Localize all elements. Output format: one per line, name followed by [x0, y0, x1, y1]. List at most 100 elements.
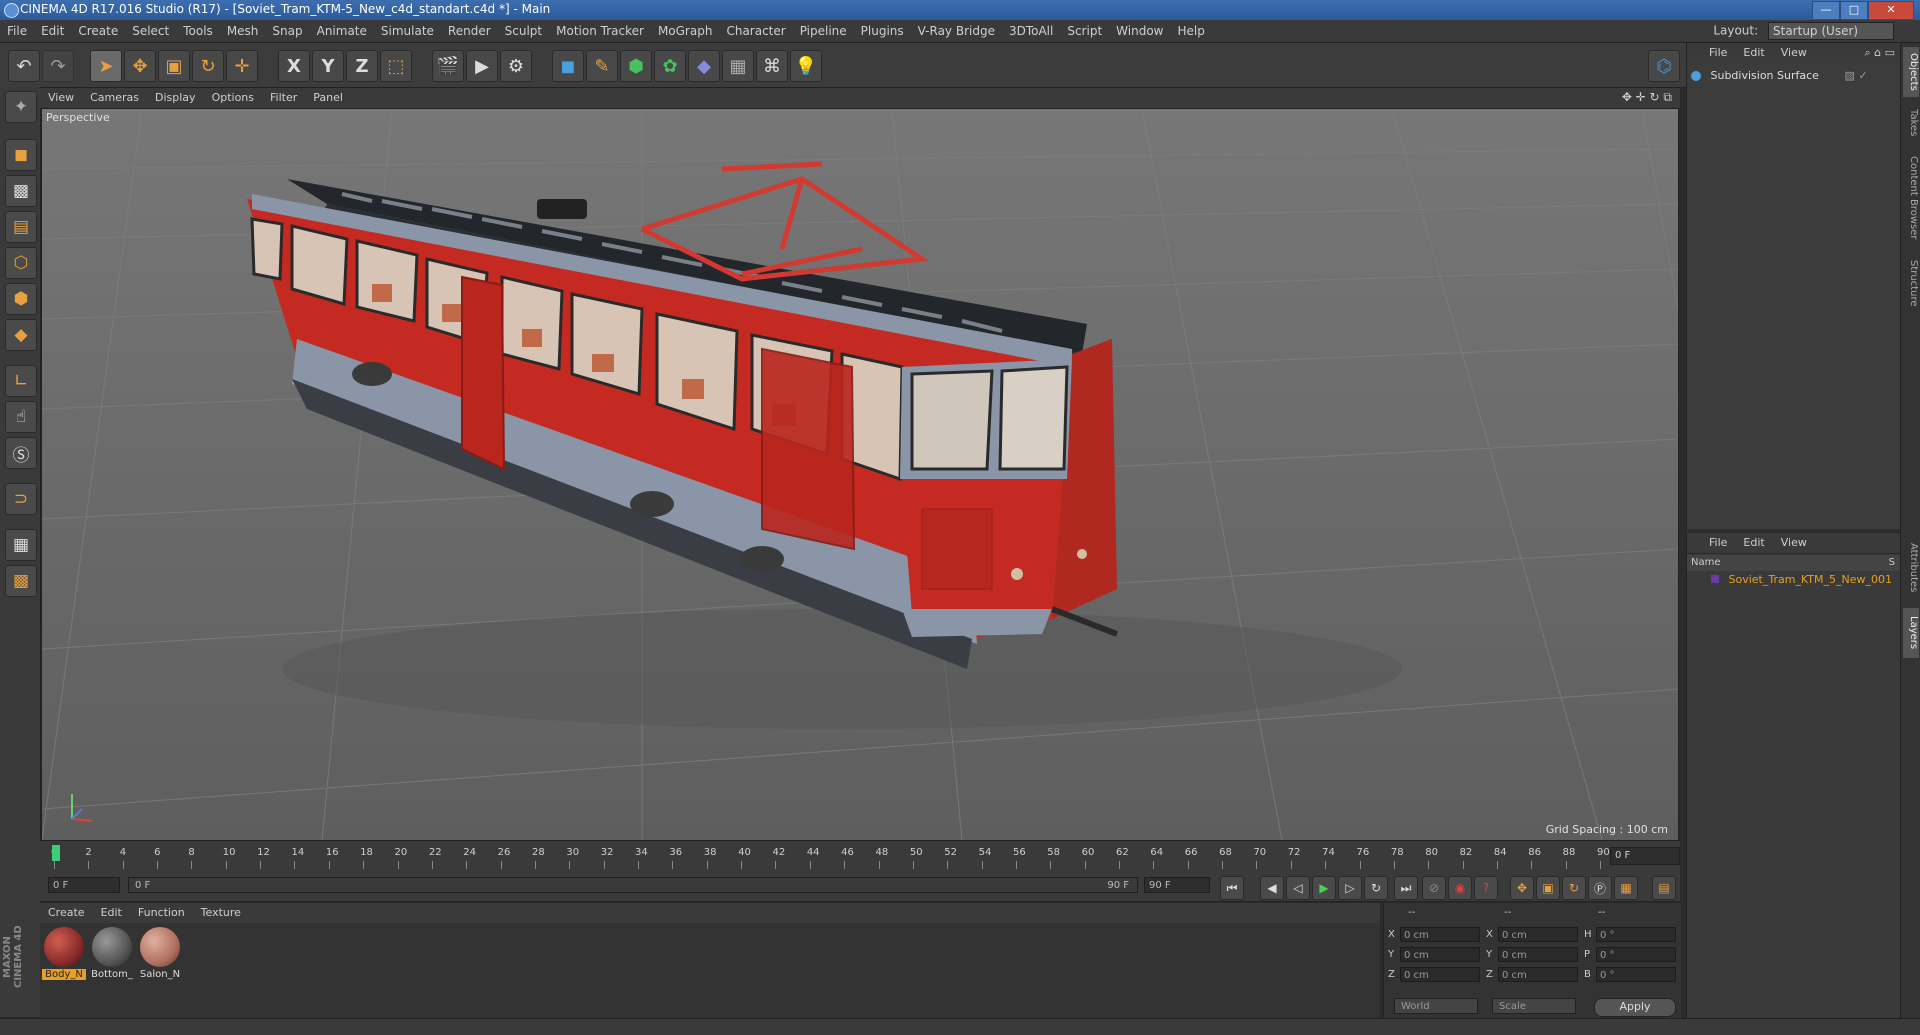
tab-layers[interactable]: Layers — [1903, 608, 1919, 658]
start-frame-field[interactable]: 0 F — [48, 877, 120, 893]
render-picture-viewer-icon[interactable]: ▶ — [466, 50, 498, 82]
play-icon[interactable]: ▶ — [1312, 876, 1336, 900]
menu-character[interactable]: Character — [719, 20, 792, 42]
edit-render-settings-icon[interactable]: ⚙ — [500, 50, 532, 82]
key-rotation-icon[interactable]: ↻ — [1562, 876, 1586, 900]
visibility-check-icon[interactable]: ▨ ✓ — [1844, 69, 1867, 82]
key-parameter-icon[interactable]: Ⓟ — [1588, 876, 1612, 900]
layer-menu-edit[interactable]: Edit — [1735, 533, 1772, 553]
axis-mode-icon[interactable]: ∟ — [5, 365, 37, 397]
3d-viewport[interactable]: Perspective Grid Spacing : 100 cm — [41, 108, 1679, 841]
tweak-mode-icon[interactable]: ☝ — [5, 401, 37, 433]
workplane-mode-icon[interactable]: ▤ — [5, 211, 37, 243]
object-menu-edit[interactable]: Edit — [1735, 43, 1772, 63]
next-key-icon[interactable]: ↻ — [1364, 876, 1388, 900]
menu-tools[interactable]: Tools — [176, 20, 220, 42]
size-z-field[interactable]: 0 cm — [1498, 967, 1578, 982]
key-position-icon[interactable]: ✥ — [1510, 876, 1534, 900]
menu-file[interactable]: File — [0, 20, 34, 42]
preview-range-slider[interactable]: 0 F 90 F — [128, 877, 1138, 893]
rotation-b-field[interactable]: 0 ° — [1596, 967, 1676, 982]
cube-icon[interactable]: ◼ — [552, 50, 584, 82]
close-button[interactable]: ✕ — [1868, 1, 1914, 20]
viewport-menu-display[interactable]: Display — [147, 88, 204, 108]
menu-help[interactable]: Help — [1170, 20, 1211, 42]
viewport-menu-view[interactable]: View — [40, 88, 82, 108]
light-icon[interactable]: 💡 — [790, 50, 822, 82]
apply-button[interactable]: Apply — [1594, 998, 1676, 1017]
layer-menu-view[interactable]: View — [1773, 533, 1815, 553]
current-frame-field[interactable]: 0 F — [1610, 847, 1680, 865]
move-icon[interactable]: ✥ — [124, 50, 156, 82]
timeline-ruler[interactable]: 0246810121416182022242628303234363840424… — [40, 840, 1680, 871]
pen-icon[interactable]: ✎ — [586, 50, 618, 82]
object-row-subdivision-surface[interactable]: Subdivision Surface ▨ ✓ — [1691, 69, 1868, 82]
maximize-button[interactable]: □ — [1840, 1, 1868, 20]
menu-pipeline[interactable]: Pipeline — [793, 20, 854, 42]
tab-structure[interactable]: Structure — [1903, 253, 1919, 313]
menu-window[interactable]: Window — [1109, 20, 1170, 42]
rotation-p-field[interactable]: 0 ° — [1596, 947, 1676, 962]
scale-icon[interactable]: ▣ — [158, 50, 190, 82]
menu-create[interactable]: Create — [71, 20, 125, 42]
record-disabled-icon[interactable]: ⊘ — [1422, 876, 1446, 900]
magnet-icon[interactable]: ⊃ — [5, 483, 37, 515]
y-axis-icon[interactable]: Y — [312, 50, 344, 82]
position-z-field[interactable]: 0 cm — [1400, 967, 1480, 982]
menu-mesh[interactable]: Mesh — [220, 20, 266, 42]
edges-mode-icon[interactable]: ⬢ — [5, 283, 37, 315]
next-frame-icon[interactable]: ▷ — [1338, 876, 1362, 900]
z-axis-icon[interactable]: Z — [346, 50, 378, 82]
layer-menu-file[interactable]: File — [1687, 533, 1735, 553]
coordinate-system-dropdown[interactable]: World — [1394, 998, 1478, 1014]
size-y-field[interactable]: 0 cm — [1498, 947, 1578, 962]
object-menu-file[interactable]: File — [1687, 43, 1735, 63]
texture-mode-icon[interactable]: ▩ — [5, 175, 37, 207]
select-arrow-icon[interactable]: ➤ — [90, 50, 122, 82]
undo-icon[interactable]: ↶ — [8, 50, 40, 82]
viewport-menu-options[interactable]: Options — [204, 88, 262, 108]
menu-script[interactable]: Script — [1060, 20, 1109, 42]
object-list[interactable]: Subdivision Surface ▨ ✓ — [1687, 63, 1901, 529]
layer-row[interactable]: Soviet_Tram_KTM_5_New_001 — [1711, 573, 1892, 586]
rotation-h-field[interactable]: 0 ° — [1596, 927, 1676, 942]
material-bottom[interactable]: Bottom_ — [90, 927, 134, 980]
menu-select[interactable]: Select — [125, 20, 176, 42]
viewport-menu-panel[interactable]: Panel — [305, 88, 351, 108]
record-active-objects-icon[interactable]: ◉ — [1448, 876, 1472, 900]
material-salon[interactable]: Salon_N — [138, 927, 182, 980]
workplane-lock-icon[interactable]: ▦ — [5, 529, 37, 561]
material-body[interactable]: Body_N — [42, 927, 86, 980]
menu-3dtoall[interactable]: 3DToAll — [1002, 20, 1060, 42]
make-editable-icon[interactable]: ✦ — [5, 91, 37, 123]
python-icon[interactable]: ⌬ — [1648, 50, 1680, 82]
live-select-icon[interactable]: ✛ — [226, 50, 258, 82]
end-frame-field[interactable]: 90 F — [1144, 877, 1210, 893]
previous-frame-icon[interactable]: ◁ — [1286, 876, 1310, 900]
menu-snap[interactable]: Snap — [265, 20, 309, 42]
menu-simulate[interactable]: Simulate — [374, 20, 441, 42]
position-x-field[interactable]: 0 cm — [1400, 927, 1480, 942]
grid-icon[interactable]: ▩ — [5, 565, 37, 597]
go-to-start-icon[interactable]: ⏮ — [1220, 876, 1244, 900]
array-icon[interactable]: ✿ — [654, 50, 686, 82]
snap-icon[interactable]: Ⓢ — [5, 437, 37, 469]
size-x-field[interactable]: 0 cm — [1498, 927, 1578, 942]
menu-animate[interactable]: Animate — [310, 20, 374, 42]
menu-vray-bridge[interactable]: V-Ray Bridge — [911, 20, 1002, 42]
object-menu-view[interactable]: View — [1773, 43, 1815, 63]
size-mode-dropdown[interactable]: Scale — [1492, 998, 1576, 1014]
viewport-menu-filter[interactable]: Filter — [262, 88, 305, 108]
menu-edit[interactable]: Edit — [34, 20, 71, 42]
redo-icon[interactable]: ↷ — [42, 50, 74, 82]
go-to-end-icon[interactable]: ⏭ — [1394, 876, 1418, 900]
playhead[interactable] — [52, 845, 60, 861]
model-mode-icon[interactable]: ◼ — [5, 139, 37, 171]
position-y-field[interactable]: 0 cm — [1400, 947, 1480, 962]
coordinate-system-icon[interactable]: ⬚ — [380, 50, 412, 82]
timeline-window-icon[interactable]: ▤ — [1652, 876, 1676, 900]
layout-dropdown[interactable]: Startup (User) — [1768, 22, 1894, 40]
x-axis-icon[interactable]: X — [278, 50, 310, 82]
camera-icon[interactable]: ⌘ — [756, 50, 788, 82]
tab-objects[interactable]: Objects — [1903, 47, 1919, 97]
